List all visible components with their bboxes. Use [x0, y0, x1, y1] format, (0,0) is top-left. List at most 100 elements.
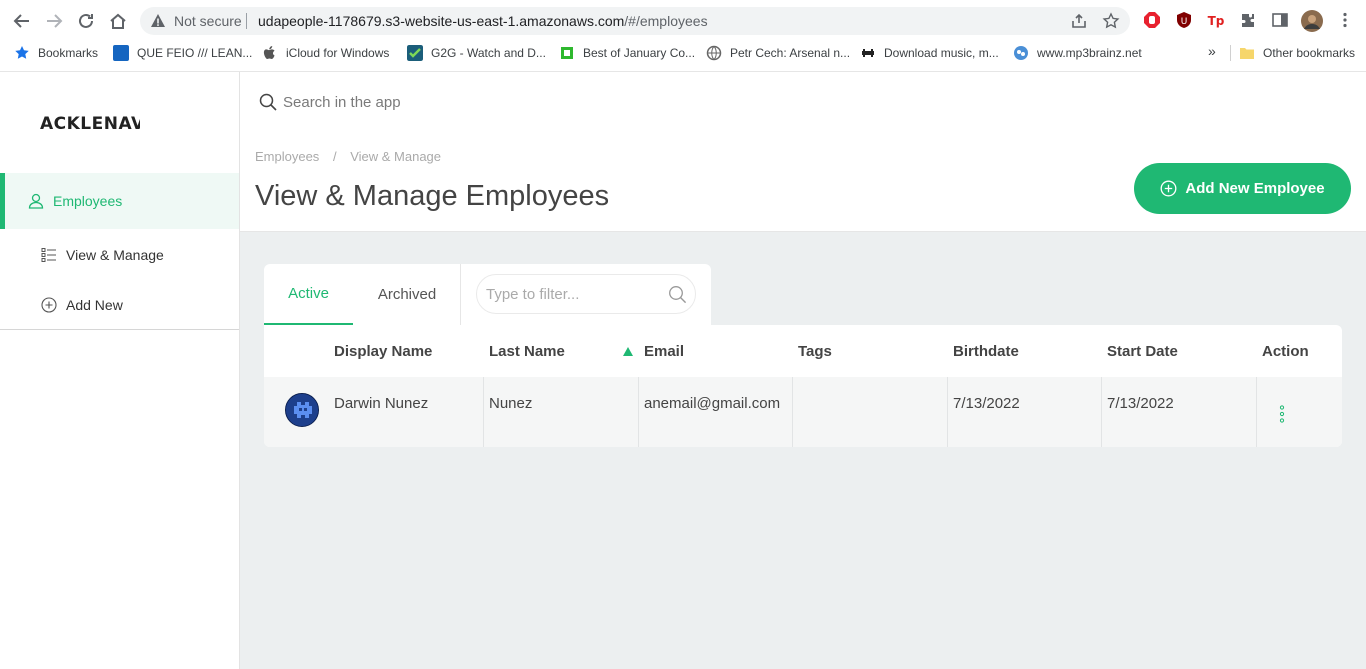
- search-icon[interactable]: [668, 285, 687, 304]
- bookmark-petr-cech[interactable]: Petr Cech: Arsenal n...: [706, 45, 850, 61]
- bookmark-label: G2G - Watch and D...: [431, 46, 546, 60]
- filter-input[interactable]: [486, 283, 656, 305]
- tab-archived[interactable]: Archived: [361, 264, 453, 325]
- forward-icon[interactable]: [43, 10, 65, 32]
- bookmark-que-feio[interactable]: QUE FEIO /// LEAN...: [113, 45, 252, 61]
- brain-icon: [1014, 46, 1028, 60]
- adblock-icon[interactable]: [1143, 11, 1161, 29]
- globe-icon: [706, 45, 722, 61]
- back-icon[interactable]: [11, 10, 33, 32]
- search-input[interactable]: [283, 89, 1063, 115]
- sidebar-item-label: Add New: [66, 297, 123, 313]
- employees-table: Display Name Last Name Email Tags Birthd…: [264, 325, 1342, 447]
- reload-icon[interactable]: [75, 10, 97, 32]
- plus-circle-icon: [41, 297, 57, 313]
- bookmark-favicon-icon: [113, 45, 129, 61]
- warning-icon: [151, 14, 165, 27]
- column-birthdate[interactable]: Birthdate: [953, 343, 1019, 360]
- breadcrumb-separator: /: [332, 149, 337, 164]
- column-divider: [947, 377, 948, 447]
- sidebar-divider: [0, 329, 239, 330]
- column-start-date[interactable]: Start Date: [1107, 343, 1178, 360]
- bookmark-label: Download music, m...: [884, 46, 999, 60]
- bookmarks-more-button[interactable]: »: [1208, 43, 1216, 59]
- sidebar-item-add-new[interactable]: Add New: [0, 277, 239, 333]
- row-actions-icon[interactable]: [1276, 405, 1288, 423]
- app-logo[interactable]: ACKLENAVENUE: [40, 114, 140, 134]
- share-icon[interactable]: [1070, 12, 1088, 30]
- breadcrumb-employees[interactable]: Employees: [255, 149, 319, 164]
- bookmark-icloud[interactable]: iCloud for Windows: [262, 45, 389, 61]
- bookmark-label: Best of January Co...: [583, 46, 696, 60]
- column-last-name[interactable]: Last Name: [489, 343, 565, 360]
- bookmark-other[interactable]: Other bookmarks: [1239, 45, 1355, 61]
- column-email[interactable]: Email: [644, 343, 684, 360]
- table-row[interactable]: [264, 377, 1342, 447]
- app-topbar: [240, 72, 1366, 132]
- search-icon: [259, 93, 277, 111]
- bookmark-label: Petr Cech: Arsenal n...: [730, 46, 851, 60]
- side-panel-icon[interactable]: [1271, 11, 1289, 29]
- table-header: Display Name Last Name Email Tags Birthd…: [264, 325, 1342, 377]
- column-divider: [483, 377, 484, 447]
- bookmark-mp3brainz[interactable]: www.mp3brainz.net: [1013, 45, 1142, 61]
- filter-field: [476, 274, 696, 314]
- column-display-name[interactable]: Display Name: [334, 343, 432, 360]
- svg-text:U: U: [1181, 17, 1188, 27]
- browser-toolbar: Not secure udapeople-1178679.s3-website-…: [0, 0, 1366, 42]
- avatar: [285, 393, 319, 427]
- list-icon: [41, 247, 57, 263]
- column-tags[interactable]: Tags: [798, 343, 832, 360]
- ublock-icon[interactable]: U: [1175, 11, 1193, 29]
- sidebar-item-label: Employees: [53, 193, 123, 209]
- url-host: udapeople-1178679.s3-website-us-east-1.a…: [258, 13, 625, 29]
- folder-icon: [1240, 48, 1254, 59]
- sidebar: ACKLENAVENUE Employees View & Manage Add…: [0, 72, 240, 669]
- more-menu-icon[interactable]: [1336, 11, 1354, 29]
- tabs-divider: [460, 264, 461, 325]
- add-new-employee-button[interactable]: Add New Employee: [1134, 163, 1351, 214]
- bookmark-label: Bookmarks: [38, 46, 99, 60]
- bookmark-g2g[interactable]: G2G - Watch and D...: [407, 45, 546, 61]
- checkmark-icon: [407, 45, 423, 61]
- sheet-icon: [561, 47, 573, 59]
- add-new-employee-label: Add New Employee: [1185, 180, 1325, 197]
- profile-avatar-icon[interactable]: [1301, 10, 1323, 32]
- bookmark-label: www.mp3brainz.net: [1037, 46, 1142, 60]
- cell-email: anemail@gmail.com: [644, 395, 781, 412]
- tp-extension-icon[interactable]: Tp: [1207, 11, 1225, 29]
- tab-active[interactable]: Active: [264, 264, 353, 325]
- cell-start-date: 7/13/2022: [1107, 395, 1174, 412]
- plus-circle-icon: [1160, 180, 1177, 197]
- bookmark-label: iCloud for Windows: [286, 46, 390, 60]
- cell-last-name: Nunez: [489, 395, 533, 412]
- column-action: Action: [1262, 343, 1309, 360]
- bookmark-label: Other bookmarks: [1263, 46, 1356, 60]
- column-divider: [1256, 377, 1257, 447]
- column-divider: [638, 377, 639, 447]
- column-divider: [1101, 377, 1102, 447]
- bookmarks-bar: Bookmarks QUE FEIO /// LEAN... iCloud fo…: [0, 42, 1366, 64]
- star-icon[interactable]: [1102, 12, 1120, 30]
- url-text[interactable]: udapeople-1178679.s3-website-us-east-1.a…: [258, 13, 708, 29]
- sidebar-item-view-manage[interactable]: View & Manage: [0, 227, 239, 283]
- sidebar-item-label: View & Manage: [66, 247, 164, 263]
- cell-display-name: Darwin Nunez: [334, 395, 429, 412]
- home-icon[interactable]: [107, 10, 129, 32]
- svg-text:Tp: Tp: [1208, 14, 1225, 28]
- bookmark-star-icon: [15, 46, 29, 59]
- sidebar-item-employees[interactable]: Employees: [0, 173, 239, 229]
- sort-ascending-icon: [623, 347, 633, 356]
- main-content: Active Archived Display Name Last Name E…: [240, 232, 1366, 669]
- bookmark-label: QUE FEIO /// LEAN...: [137, 46, 253, 60]
- bookmark-download-music[interactable]: Download music, m...: [860, 45, 999, 61]
- breadcrumb-view-manage[interactable]: View & Manage: [350, 149, 441, 164]
- url-path: /#/employees: [624, 13, 708, 29]
- bookmark-bookmarks[interactable]: Bookmarks: [14, 45, 98, 61]
- extensions-icon[interactable]: [1239, 11, 1257, 29]
- address-bar[interactable]: Not secure udapeople-1178679.s3-website-…: [140, 7, 1130, 35]
- space-invader-icon: [862, 49, 874, 57]
- bookmarks-divider: [1230, 45, 1231, 61]
- bookmark-best-of-january[interactable]: Best of January Co...: [559, 45, 695, 61]
- not-secure-label: Not secure: [174, 13, 242, 29]
